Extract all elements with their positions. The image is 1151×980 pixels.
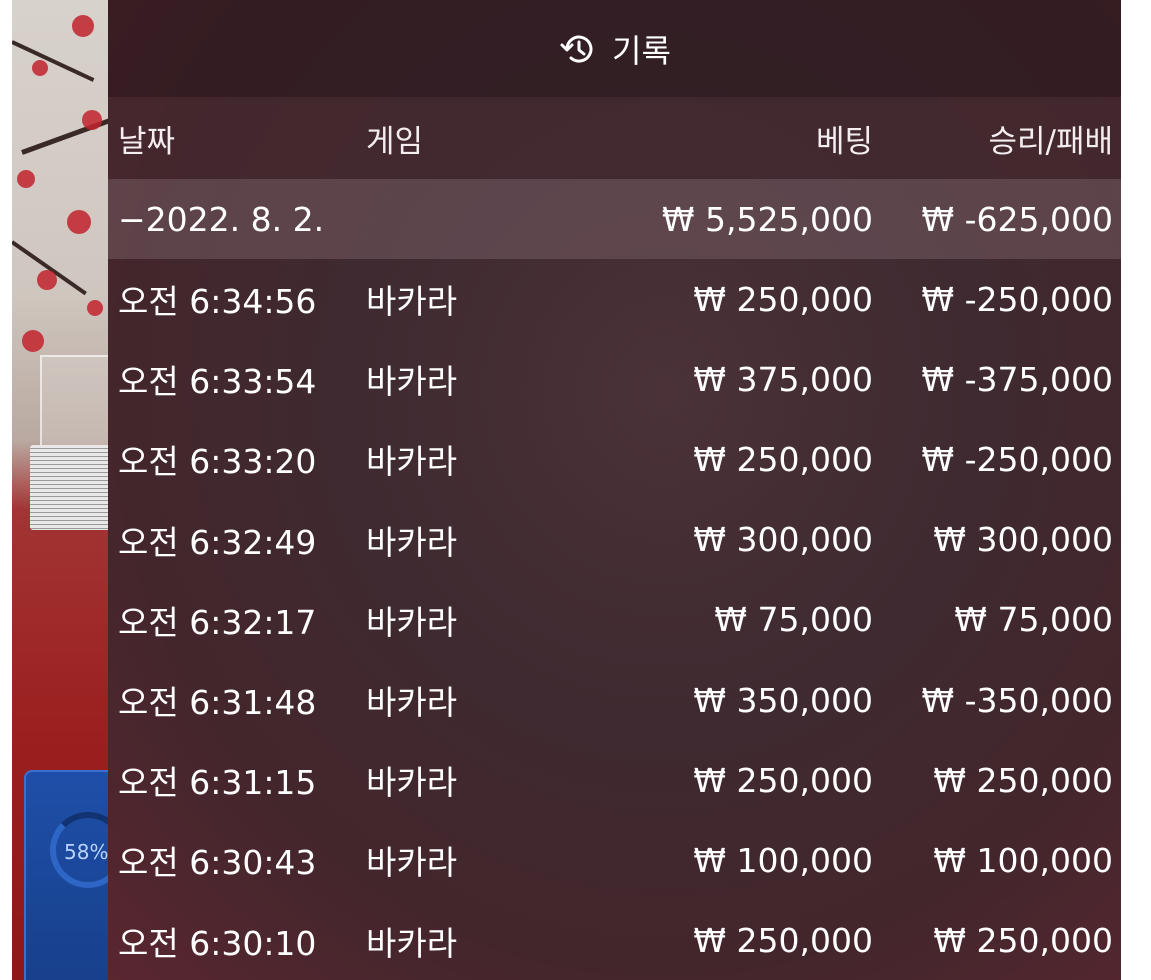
row-time: 오전 6:30:43 bbox=[118, 843, 317, 883]
blossom-branch bbox=[12, 40, 95, 82]
row-bet: ₩ 250,000 bbox=[693, 921, 873, 961]
column-header-bet[interactable]: 베팅 bbox=[816, 97, 873, 179]
row-game: 바카라 bbox=[366, 923, 458, 963]
date-group-total-bet: ₩ 5,525,000 bbox=[661, 199, 873, 239]
history-panel: 기록 날짜 게임 베팅 승리/패배 −2022. 8. 2. ₩ 5,525,0… bbox=[108, 0, 1121, 980]
row-result: ₩ -350,000 bbox=[921, 680, 1114, 720]
row-bet: ₩ 350,000 bbox=[693, 680, 873, 720]
timer-text: 58% bbox=[64, 840, 109, 864]
row-result: ₩ -375,000 bbox=[921, 359, 1114, 399]
history-row[interactable]: 오전 6:33:20 바카라 ₩ 250,000 ₩ -250,000 bbox=[108, 419, 1121, 499]
row-game: 바카라 bbox=[366, 362, 458, 402]
row-bet: ₩ 300,000 bbox=[693, 520, 873, 560]
history-row[interactable]: 오전 6:30:43 바카라 ₩ 100,000 ₩ 100,000 bbox=[108, 820, 1121, 900]
row-time: 오전 6:31:48 bbox=[118, 683, 317, 723]
column-header-game[interactable]: 게임 bbox=[366, 97, 423, 179]
row-result: ₩ 75,000 bbox=[954, 600, 1113, 640]
history-row[interactable]: 오전 6:31:15 바카라 ₩ 250,000 ₩ 250,000 bbox=[108, 740, 1121, 820]
date-group-row[interactable]: −2022. 8. 2. ₩ 5,525,000 ₩ -625,000 bbox=[108, 179, 1121, 259]
row-result: ₩ 300,000 bbox=[933, 520, 1113, 560]
column-header-date[interactable]: 날짜 bbox=[118, 97, 175, 179]
right-margin bbox=[1121, 0, 1151, 980]
date-group-label[interactable]: −2022. 8. 2. bbox=[118, 179, 324, 259]
row-result: ₩ 250,000 bbox=[933, 760, 1113, 800]
row-game: 바카라 bbox=[366, 442, 458, 482]
row-game: 바카라 bbox=[366, 522, 458, 562]
row-time: 오전 6:30:10 bbox=[118, 923, 317, 963]
history-row[interactable]: 오전 6:34:56 바카라 ₩ 250,000 ₩ -250,000 bbox=[108, 259, 1121, 339]
blossom bbox=[32, 60, 48, 76]
screen: 58% 기록 날짜 게임 베팅 승리/패배 −2022. 8. 2. ₩ 5,5… bbox=[0, 0, 1151, 980]
blossom-branch bbox=[21, 115, 117, 155]
row-result: ₩ 250,000 bbox=[933, 921, 1113, 961]
row-result: ₩ 100,000 bbox=[933, 840, 1113, 880]
row-bet: ₩ 250,000 bbox=[693, 279, 873, 319]
row-result: ₩ -250,000 bbox=[921, 279, 1114, 319]
date-group-total-result: ₩ -625,000 bbox=[921, 199, 1114, 239]
row-result: ₩ -250,000 bbox=[921, 439, 1114, 479]
history-row[interactable]: 오전 6:30:10 바카라 ₩ 250,000 ₩ 250,000 bbox=[108, 901, 1121, 980]
row-game: 바카라 bbox=[366, 282, 458, 322]
blossom bbox=[82, 110, 102, 130]
row-time: 오전 6:32:49 bbox=[118, 522, 317, 562]
row-game: 바카라 bbox=[366, 602, 458, 642]
row-game: 바카라 bbox=[366, 763, 458, 803]
history-row[interactable]: 오전 6:33:54 바카라 ₩ 375,000 ₩ -375,000 bbox=[108, 339, 1121, 419]
row-bet: ₩ 100,000 bbox=[693, 840, 873, 880]
panel-header: 기록 bbox=[108, 0, 1121, 97]
row-game: 바카라 bbox=[366, 683, 458, 723]
history-list: 오전 6:34:56 바카라 ₩ 250,000 ₩ -250,000 오전 6… bbox=[108, 259, 1121, 980]
history-row[interactable]: 오전 6:32:49 바카라 ₩ 300,000 ₩ 300,000 bbox=[108, 500, 1121, 580]
blossom bbox=[87, 300, 103, 316]
row-time: 오전 6:32:17 bbox=[118, 602, 317, 642]
history-row[interactable]: 오전 6:31:48 바카라 ₩ 350,000 ₩ -350,000 bbox=[108, 660, 1121, 740]
row-bet: ₩ 375,000 bbox=[693, 359, 873, 399]
row-time: 오전 6:33:20 bbox=[118, 442, 317, 482]
row-game: 바카라 bbox=[366, 843, 458, 883]
column-header-row: 날짜 게임 베팅 승리/패배 bbox=[108, 97, 1121, 179]
row-time: 오전 6:33:54 bbox=[118, 362, 317, 402]
history-row[interactable]: 오전 6:32:17 바카라 ₩ 75,000 ₩ 75,000 bbox=[108, 580, 1121, 660]
card-stack bbox=[30, 445, 110, 530]
blossom bbox=[67, 210, 91, 234]
blossom bbox=[72, 15, 94, 37]
row-bet: ₩ 250,000 bbox=[693, 760, 873, 800]
glass-card-holder bbox=[40, 355, 116, 449]
row-bet: ₩ 75,000 bbox=[714, 600, 873, 640]
row-time: 오전 6:31:15 bbox=[118, 763, 317, 803]
blossom bbox=[37, 270, 57, 290]
row-bet: ₩ 250,000 bbox=[693, 439, 873, 479]
panel-title: 기록 bbox=[612, 31, 671, 70]
blossom bbox=[22, 330, 44, 352]
header-title-group: 기록 bbox=[558, 26, 671, 72]
column-header-result[interactable]: 승리/패배 bbox=[988, 97, 1113, 179]
history-icon bbox=[558, 29, 598, 69]
blossom bbox=[17, 170, 35, 188]
row-time: 오전 6:34:56 bbox=[118, 282, 317, 322]
